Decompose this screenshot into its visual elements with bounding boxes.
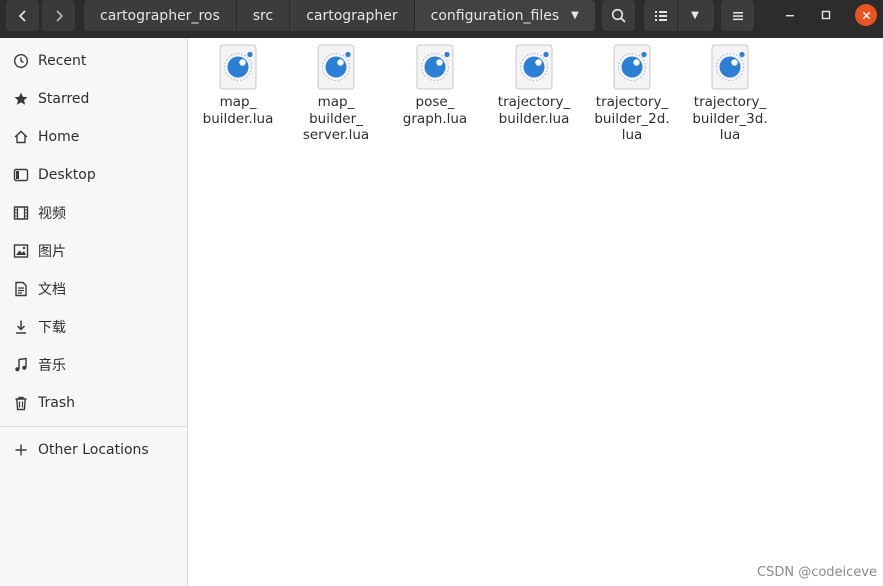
sidebar-item-label: Home (38, 129, 80, 145)
file-name: map_ builder_ server.lua (302, 94, 370, 143)
back-button[interactable] (6, 0, 39, 31)
sidebar-item-label: Other Locations (38, 442, 149, 458)
maximize-icon (821, 10, 831, 20)
sidebar-item-label: Trash (38, 395, 75, 411)
clock-icon (12, 52, 30, 70)
file-name: map_ builder.lua (202, 94, 274, 127)
sidebar-item-label: Starred (38, 91, 90, 107)
search-icon (611, 8, 626, 23)
file-name: trajectory_ builder_3d. lua (692, 94, 768, 143)
lua-file-icon (416, 44, 454, 90)
close-button[interactable] (855, 4, 877, 26)
lua-file-icon (711, 44, 749, 90)
sidebar: Recent Starred Home Desktop 视频 图片 文档 下载 … (0, 38, 188, 586)
minimize-button[interactable] (779, 4, 801, 26)
maximize-button[interactable] (815, 4, 837, 26)
sidebar-item-label: Recent (38, 53, 87, 69)
sidebar-item-pictures[interactable]: 图片 (0, 234, 187, 268)
file-name: pose_ graph.lua (402, 94, 468, 127)
lua-file-icon (317, 44, 355, 90)
sidebar-item-documents[interactable]: 文档 (0, 272, 187, 306)
lua-file-icon (613, 44, 651, 90)
file-item[interactable]: map_ builder_ server.lua (287, 44, 385, 144)
sidebar-item-label: 音乐 (38, 358, 66, 374)
sidebar-divider (0, 426, 187, 427)
sidebar-item-starred[interactable]: Starred (0, 82, 187, 116)
watermark: CSDN @codeiceve (757, 565, 877, 580)
file-item[interactable]: trajectory_ builder_3d. lua (681, 44, 779, 144)
list-view-icon (654, 10, 667, 21)
list-view-button[interactable] (644, 0, 678, 31)
document-icon (12, 280, 30, 298)
sidebar-item-videos[interactable]: 视频 (0, 196, 187, 230)
search-button[interactable] (602, 0, 635, 31)
sidebar-item-music[interactable]: 音乐 (0, 348, 187, 382)
chevron-down-icon: ▼ (691, 10, 699, 21)
breadcrumb: cartographer_ros src cartographer config… (84, 0, 595, 31)
file-name: trajectory_ builder.lua (497, 94, 571, 127)
download-icon (12, 318, 30, 336)
header-bar: cartographer_ros src cartographer config… (0, 0, 883, 38)
sidebar-item-other-locations[interactable]: Other Locations (0, 433, 187, 467)
breadcrumb-item[interactable]: cartographer (290, 0, 415, 31)
menu-button[interactable] (721, 0, 754, 31)
video-icon (12, 204, 30, 222)
file-name: trajectory_ builder_2d. lua (594, 94, 670, 143)
music-icon (12, 356, 30, 374)
chevron-down-icon[interactable]: ▼ (571, 10, 579, 21)
lua-file-icon (219, 44, 257, 90)
star-icon (12, 90, 30, 108)
minimize-icon (786, 15, 794, 17)
trash-icon (12, 394, 30, 412)
breadcrumb-item[interactable]: cartographer_ros (84, 0, 237, 31)
sidebar-item-label: 文档 (38, 282, 66, 298)
sidebar-item-recent[interactable]: Recent (0, 44, 187, 78)
hamburger-menu-icon (732, 11, 743, 20)
sidebar-item-home[interactable]: Home (0, 120, 187, 154)
sidebar-item-label: 视频 (38, 206, 66, 222)
sidebar-item-label: 图片 (38, 244, 66, 260)
file-item[interactable]: map_ builder.lua (189, 44, 287, 127)
view-dropdown-button[interactable]: ▼ (678, 0, 712, 31)
file-item[interactable]: trajectory_ builder.lua (485, 44, 583, 127)
home-icon (12, 128, 30, 146)
desktop-icon (12, 166, 30, 184)
sidebar-item-label: Desktop (38, 167, 96, 183)
file-item[interactable]: pose_ graph.lua (386, 44, 484, 127)
close-icon (862, 11, 870, 19)
lua-file-icon (515, 44, 553, 90)
chevron-left-icon (18, 9, 26, 22)
sidebar-item-label: 下载 (38, 320, 66, 336)
sidebar-item-desktop[interactable]: Desktop (0, 158, 187, 192)
breadcrumb-item-current[interactable]: configuration_files ▼ (414, 0, 595, 31)
sidebar-item-trash[interactable]: Trash (0, 386, 187, 420)
chevron-right-icon (55, 9, 63, 22)
image-icon (12, 242, 30, 260)
view-options-group: ▼ (644, 0, 714, 31)
forward-button[interactable] (42, 0, 75, 31)
plus-icon (12, 441, 30, 459)
file-item[interactable]: trajectory_ builder_2d. lua (583, 44, 681, 144)
breadcrumb-item[interactable]: src (237, 0, 291, 31)
file-view[interactable]: map_ builder.lua map_ builder_ server.lu… (189, 38, 883, 586)
sidebar-item-downloads[interactable]: 下载 (0, 310, 187, 344)
